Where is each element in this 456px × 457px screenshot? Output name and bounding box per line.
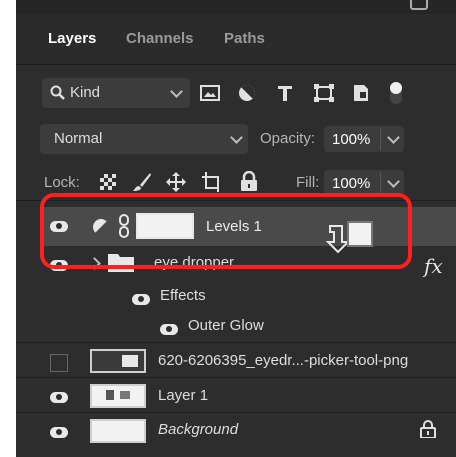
tab-layers[interactable]: Layers [48, 30, 96, 47]
divider [16, 342, 456, 343]
filter-kind-dropdown[interactable]: Kind [42, 78, 190, 108]
chevron-down-icon[interactable] [387, 175, 400, 188]
effects-label: Effects [160, 287, 206, 304]
divider [380, 128, 381, 150]
highlight-annotation [40, 193, 412, 269]
layer-name: Background [158, 421, 239, 438]
chevron-down-icon [170, 85, 183, 98]
divider [16, 377, 456, 378]
search-icon [50, 85, 65, 100]
fill-label: Fill: [296, 174, 320, 191]
visibility-eye-icon[interactable] [50, 392, 68, 403]
lock-position-move-icon[interactable] [166, 172, 186, 192]
filter-kind-label: Kind [70, 84, 101, 101]
lock-image-pixels-brush-icon[interactable] [132, 172, 152, 192]
filter-row: Kind [16, 76, 456, 110]
opacity-label: Opacity: [260, 130, 316, 147]
panel-tabs: Layers Channels Paths [16, 14, 456, 64]
filter-toggle-switch[interactable] [390, 82, 402, 104]
lock-transparent-pixels-icon[interactable] [100, 174, 116, 190]
smart-object-filter-icon[interactable] [352, 84, 370, 102]
outer-glow-label: Outer Glow [188, 317, 264, 334]
layer-name: Layer 1 [158, 387, 209, 404]
lock-all-icon[interactable] [240, 171, 258, 191]
adjustment-layer-filter-icon[interactable] [238, 84, 256, 102]
tab-channels[interactable]: Channels [126, 30, 194, 47]
opacity-value: 100% [332, 131, 371, 148]
divider [16, 64, 456, 65]
tab-paths[interactable]: Paths [224, 30, 265, 47]
screenshot-frame: Layers Channels Paths Kind Normal Opacit… [0, 0, 456, 457]
fill-value: 100% [332, 175, 371, 192]
top-strip [16, 0, 456, 14]
layer-thumbnail[interactable] [90, 349, 146, 373]
lock-label: Lock: [44, 174, 80, 191]
layer-thumbnail[interactable] [90, 419, 146, 443]
layers-panel: Layers Channels Paths Kind Normal Opacit… [16, 0, 456, 457]
type-layer-filter-icon[interactable] [276, 84, 294, 102]
divider [16, 412, 456, 413]
layer-effects-fx-icon[interactable]: fx [424, 254, 443, 278]
chevron-down-icon[interactable] [387, 131, 400, 144]
pixel-layer-filter-icon[interactable] [200, 85, 220, 101]
window-control-icon[interactable] [410, 0, 428, 10]
lock-icon[interactable] [420, 420, 436, 438]
opacity-field[interactable]: 100% [324, 126, 404, 152]
blend-mode-value: Normal [54, 130, 103, 147]
blend-row: Normal Opacity: 100% [16, 120, 456, 154]
visibility-toggle-empty[interactable] [50, 354, 68, 372]
visibility-eye-icon[interactable] [132, 294, 150, 305]
layer-name: 620-6206395_eyedr...-picker-tool-png [158, 352, 409, 369]
shape-layer-filter-icon[interactable] [314, 84, 334, 102]
layer-thumbnail[interactable] [90, 384, 146, 408]
visibility-eye-icon[interactable] [160, 324, 178, 335]
visibility-eye-icon[interactable] [50, 427, 68, 438]
blend-mode-dropdown[interactable]: Normal [40, 124, 248, 154]
divider [380, 172, 381, 194]
chevron-down-icon [230, 131, 243, 144]
lock-artboard-icon[interactable] [202, 172, 222, 192]
